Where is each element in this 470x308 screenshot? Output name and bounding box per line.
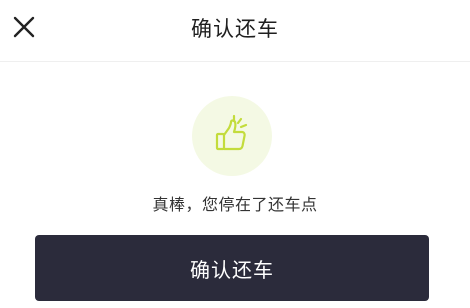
page-title: 确认还车 [191, 17, 279, 41]
confirm-return-button[interactable]: 确认还车 [35, 235, 429, 301]
header-bar: 确认还车 [0, 0, 470, 62]
thumbs-up-icon [208, 110, 256, 162]
success-badge [192, 96, 272, 176]
status-message: 真棒，您停在了还车点 [152, 195, 318, 214]
